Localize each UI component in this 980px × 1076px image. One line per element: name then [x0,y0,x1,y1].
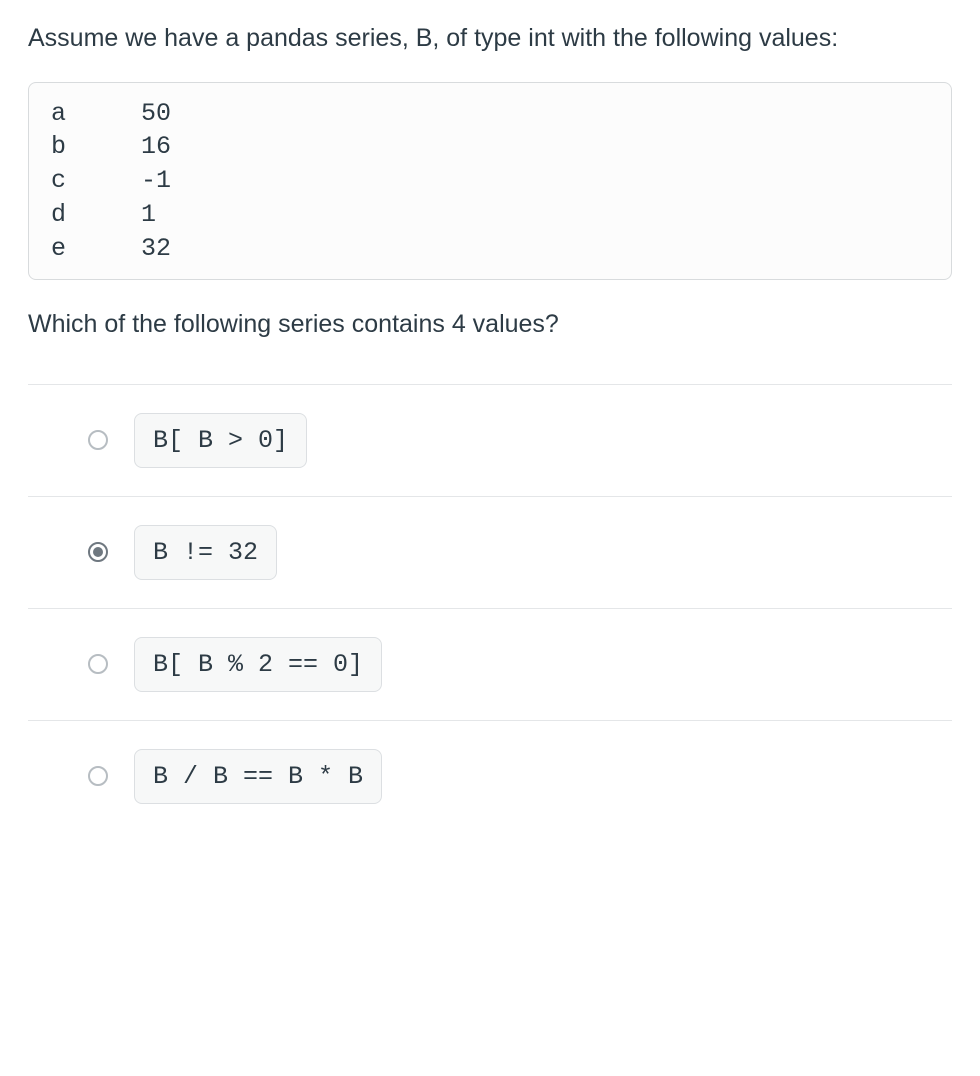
answer-option[interactable]: B != 32 [28,497,952,609]
answer-option[interactable]: B[ B % 2 == 0] [28,609,952,721]
answer-code: B[ B > 0] [134,413,307,468]
radio-icon[interactable] [88,654,108,674]
question-intro: Assume we have a pandas series, B, of ty… [28,20,952,58]
answer-option[interactable]: B[ B > 0] [28,385,952,497]
series-codebox: a 50 b 16 c -1 d 1 e 32 [28,82,952,281]
radio-icon[interactable] [88,430,108,450]
answer-code: B != 32 [134,525,277,580]
answer-option[interactable]: B / B == B * B [28,721,952,832]
answer-code: B[ B % 2 == 0] [134,637,382,692]
question-container: Assume we have a pandas series, B, of ty… [0,0,980,862]
answer-code: B / B == B * B [134,749,382,804]
series-values: a 50 b 16 c -1 d 1 e 32 [51,97,929,266]
radio-icon[interactable] [88,542,108,562]
radio-icon[interactable] [88,766,108,786]
question-prompt: Which of the following series contains 4… [28,306,952,344]
